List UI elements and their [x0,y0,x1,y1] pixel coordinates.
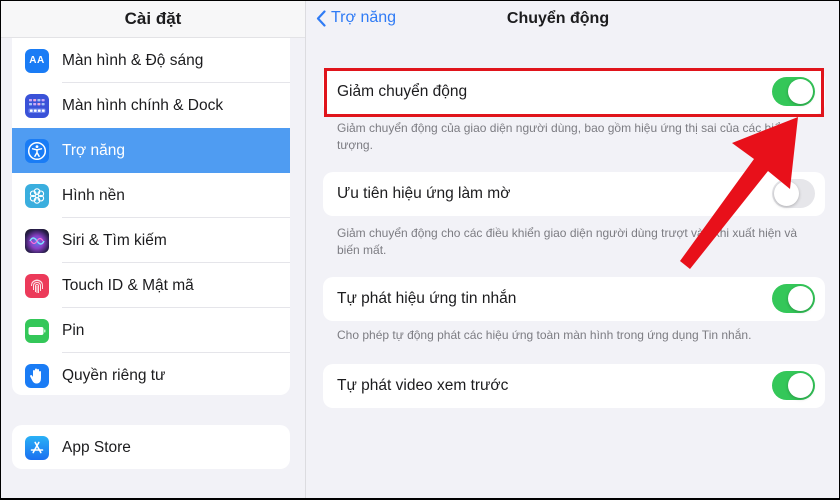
wallpaper-icon [25,183,49,208]
setting-label: Giảm chuyển động [337,83,468,100]
sidebar-item-label: Màn hình & Độ sáng [62,51,204,69]
sidebar: Cài đặt AA Màn hình & Độ sáng Màn hình c… [1,1,306,498]
navigation-bar: Trợ năng Chuyển động [307,1,839,38]
sidebar-item-siri-search[interactable]: Siri & Tìm kiếm [12,218,290,263]
sidebar-group-store: App Store [12,425,290,469]
reduce-motion-toggle[interactable] [772,77,815,106]
sidebar-item-label: Quyền riêng tư [62,366,166,384]
setting-label: Ưu tiên hiệu ứng làm mờ [337,185,511,202]
toggle-knob [788,286,813,311]
sidebar-item-label: App Store [62,438,131,456]
battery-icon [25,318,49,343]
setting-label: Tự phát hiệu ứng tin nhắn [337,290,517,307]
sidebar-item-touch-id-passcode[interactable]: Touch ID & Mật mã [12,263,290,308]
setting-description: Giảm chuyển động cho các điều khiển giao… [337,226,798,257]
sidebar-item-label: Pin [62,321,85,339]
setting-label: Tự phát video xem trước [337,377,509,394]
sidebar-group: AA Màn hình & Độ sáng Màn hình chính & D… [12,38,290,395]
toggle-knob [774,181,799,206]
app-store-icon [25,435,49,460]
sidebar-item-label: Trợ năng [62,141,126,159]
siri-icon [25,228,49,253]
sidebar-item-wallpaper[interactable]: Hình nền [12,173,290,218]
setting-reduce-motion: Giảm chuyển động [323,70,825,114]
settings-window: Cài đặt AA Màn hình & Độ sáng Màn hình c… [1,1,839,498]
sidebar-item-battery[interactable]: Pin [12,308,290,353]
prefer-cross-fade-toggle[interactable] [772,179,815,208]
sidebar-item-accessibility[interactable]: Trợ năng [12,128,290,173]
sidebar-item-privacy[interactable]: Quyền riêng tư [12,353,290,395]
sidebar-item-label: Siri & Tìm kiếm [62,231,167,249]
setting-auto-play-video-previews: Tự phát video xem trước [323,364,825,408]
sidebar-item-home-screen-dock[interactable]: Màn hình chính & Dock [12,83,290,128]
display-brightness-icon: AA [25,48,49,73]
setting-description: Cho phép tự động phát các hiệu ứng toàn … [337,328,752,342]
toggle-knob [788,79,813,104]
toggle-knob [788,373,813,398]
sidebar-item-label: Màn hình chính & Dock [62,96,224,114]
sidebar-item-display-brightness[interactable]: AA Màn hình & Độ sáng [12,38,290,83]
fingerprint-icon [25,273,49,298]
sidebar-item-label: Touch ID & Mật mã [62,276,194,294]
sidebar-item-label: Hình nền [62,186,125,204]
auto-play-message-effects-toggle[interactable] [772,284,815,313]
setting-prefer-cross-fade: Ưu tiên hiệu ứng làm mờ [323,172,825,216]
home-screen-dock-icon [25,93,49,118]
page-title: Chuyển động [506,10,610,27]
accessibility-icon [25,138,49,163]
detail-pane: Trợ năng Chuyển động Giảm chuyển động Gi… [307,1,839,498]
privacy-hand-icon [25,363,49,388]
sidebar-header: Cài đặt [1,1,305,38]
auto-play-video-previews-toggle[interactable] [772,371,815,400]
sidebar-item-app-store[interactable]: App Store [12,425,290,469]
sidebar-title: Cài đặt [124,9,182,28]
setting-description: Giảm chuyển động của giao diện người dùn… [337,121,788,152]
setting-auto-play-message-effects: Tự phát hiệu ứng tin nhắn [323,277,825,321]
